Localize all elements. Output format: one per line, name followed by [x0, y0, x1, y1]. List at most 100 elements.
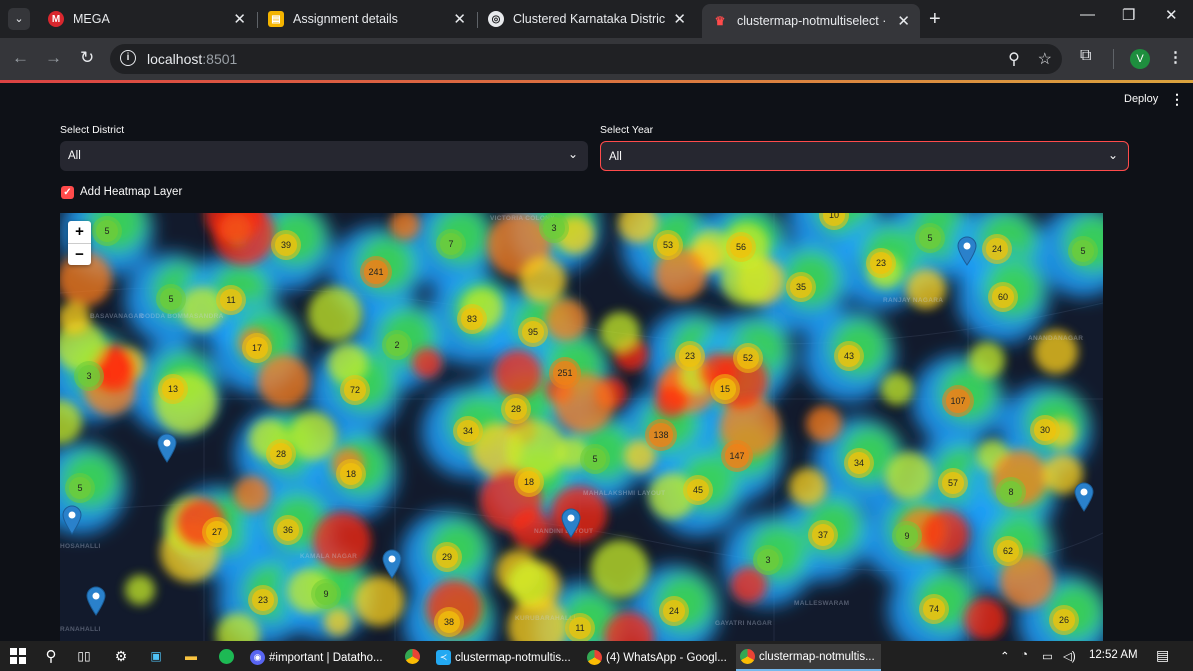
- minimize-icon[interactable]: —: [1080, 6, 1095, 23]
- map-marker-icon[interactable]: [957, 236, 977, 266]
- cluster-marker[interactable]: 5: [915, 223, 945, 253]
- profile-avatar[interactable]: V: [1130, 49, 1150, 69]
- cluster-marker[interactable]: 138: [645, 419, 677, 451]
- cluster-marker[interactable]: 56: [726, 232, 756, 262]
- map-marker-icon[interactable]: [1074, 482, 1094, 512]
- cluster-marker[interactable]: 3: [753, 545, 783, 575]
- cluster-marker[interactable]: 28: [266, 439, 296, 469]
- chrome-icon[interactable]: [403, 647, 421, 665]
- cluster-marker[interactable]: 11: [216, 285, 246, 315]
- cluster-marker[interactable]: 72: [340, 375, 370, 405]
- map-marker-icon[interactable]: [157, 433, 177, 463]
- cluster-marker[interactable]: 52: [733, 343, 763, 373]
- close-icon[interactable]: ✕: [453, 10, 466, 28]
- cluster-marker[interactable]: 27: [202, 517, 232, 547]
- tab-mega[interactable]: M MEGA ✕: [38, 4, 256, 34]
- cluster-marker[interactable]: 45: [683, 475, 713, 505]
- cluster-marker[interactable]: 37: [808, 520, 838, 550]
- cluster-marker[interactable]: 35: [786, 272, 816, 302]
- cluster-marker[interactable]: 34: [453, 416, 483, 446]
- cluster-marker[interactable]: 53: [653, 230, 683, 260]
- site-info-icon[interactable]: i: [120, 50, 136, 66]
- cluster-marker[interactable]: 5: [92, 216, 122, 246]
- cluster-marker[interactable]: 17: [242, 333, 272, 363]
- cluster-marker[interactable]: 13: [158, 374, 188, 404]
- new-tab-icon[interactable]: +: [929, 8, 941, 31]
- map-marker-icon[interactable]: [86, 586, 106, 616]
- map-marker-icon[interactable]: [62, 505, 82, 535]
- cluster-marker[interactable]: 74: [919, 594, 949, 624]
- taskbar-whatsapp-chrome[interactable]: (4) WhatsApp - Googl...: [587, 644, 727, 671]
- tray-chevron-up-icon[interactable]: ⌃: [1000, 649, 1010, 663]
- cluster-marker[interactable]: 60: [988, 282, 1018, 312]
- cluster-marker[interactable]: 83: [457, 304, 487, 334]
- deploy-button[interactable]: Deploy: [1124, 93, 1158, 105]
- cluster-marker[interactable]: 95: [518, 317, 548, 347]
- cluster-marker[interactable]: 23: [248, 585, 278, 615]
- settings-gear-icon[interactable]: ⚙: [112, 647, 130, 665]
- tab-search-chevron-icon[interactable]: ⌄: [8, 8, 30, 30]
- cluster-marker[interactable]: 29: [432, 542, 462, 572]
- cluster-marker[interactable]: 5: [156, 284, 186, 314]
- extensions-icon[interactable]: ⧉: [1080, 47, 1091, 65]
- heatmap-checkbox-label[interactable]: Add Heatmap Layer: [80, 186, 182, 198]
- tab-clustered-karnataka[interactable]: ◎ Clustered Karnataka District Ma ✕: [478, 4, 696, 34]
- cluster-marker[interactable]: 18: [514, 467, 544, 497]
- cluster-marker[interactable]: 34: [844, 448, 874, 478]
- map-marker-icon[interactable]: [561, 508, 581, 538]
- spotify-icon[interactable]: [217, 647, 235, 665]
- cluster-marker[interactable]: 23: [675, 341, 705, 371]
- restore-icon[interactable]: ❐: [1122, 6, 1135, 24]
- clock-time[interactable]: 12:52 AM: [1089, 649, 1138, 661]
- cluster-marker[interactable]: 24: [982, 234, 1012, 264]
- heatmap-checkbox[interactable]: ✓: [61, 186, 74, 199]
- window-close-icon[interactable]: ✕: [1165, 6, 1178, 24]
- main-menu-icon[interactable]: ⋮: [1170, 91, 1184, 108]
- close-icon[interactable]: ✕: [897, 12, 910, 30]
- reload-icon[interactable]: ↻: [80, 48, 94, 68]
- cluster-marker[interactable]: 241: [360, 256, 392, 288]
- cluster-marker[interactable]: 43: [834, 341, 864, 371]
- cluster-marker[interactable]: 107: [942, 385, 974, 417]
- cluster-marker[interactable]: 3: [539, 213, 569, 243]
- cluster-marker[interactable]: 2: [382, 330, 412, 360]
- windows-start-icon[interactable]: [9, 647, 27, 665]
- cluster-marker[interactable]: 62: [993, 536, 1023, 566]
- year-select[interactable]: All ⌄: [600, 141, 1129, 171]
- district-select[interactable]: All ⌄: [60, 141, 588, 171]
- cluster-marker[interactable]: 38: [434, 607, 464, 637]
- cluster-marker[interactable]: 9: [892, 521, 922, 551]
- notifications-icon[interactable]: ▤: [1156, 647, 1169, 664]
- bookmark-star-icon[interactable]: ☆: [1038, 51, 1052, 68]
- cluster-marker[interactable]: 39: [271, 230, 301, 260]
- cluster-marker[interactable]: 5: [580, 444, 610, 474]
- cluster-marker[interactable]: 24: [659, 596, 689, 626]
- cluster-marker[interactable]: 8: [996, 477, 1026, 507]
- back-icon[interactable]: ←: [12, 48, 29, 68]
- taskbar-vscode[interactable]: ≺ clustermap-notmultis...: [436, 644, 576, 671]
- cluster-marker[interactable]: 18: [336, 459, 366, 489]
- tab-assignment-details[interactable]: ▤ Assignment details ✕: [258, 4, 476, 34]
- taskbar-clustermap-chrome[interactable]: clustermap-notmultis...: [736, 644, 881, 671]
- cluster-marker[interactable]: 147: [721, 440, 753, 472]
- cluster-marker[interactable]: 26: [1049, 605, 1079, 635]
- cluster-heatmap[interactable]: VICTORIA COLONY RANJAY NAGARA ANANDANAGAR B…: [60, 213, 1103, 641]
- cluster-marker[interactable]: 251: [549, 357, 581, 389]
- map-marker-icon[interactable]: [382, 549, 402, 579]
- task-view-icon[interactable]: ▯▯: [75, 647, 93, 665]
- browser-menu-icon[interactable]: ⋮: [1168, 48, 1183, 66]
- tab-clustermap-active[interactable]: ♛ clustermap-notmultiselect · Stre ✕: [702, 4, 920, 38]
- cluster-marker[interactable]: 57: [938, 468, 968, 498]
- zoom-in-button[interactable]: +: [68, 221, 91, 243]
- zoom-out-button[interactable]: −: [68, 243, 91, 265]
- store-icon[interactable]: ▣: [147, 647, 165, 665]
- battery-icon[interactable]: ▭: [1042, 649, 1053, 663]
- address-bar[interactable]: i localhost:8501 ⚲ ☆: [110, 44, 1062, 74]
- zoom-icon[interactable]: ⚲: [1008, 51, 1020, 68]
- forward-icon[interactable]: →: [45, 48, 62, 68]
- cluster-marker[interactable]: 5: [65, 473, 95, 503]
- cluster-marker[interactable]: 5: [1068, 236, 1098, 266]
- cluster-marker[interactable]: 3: [74, 361, 104, 391]
- search-icon[interactable]: ⚲: [42, 647, 60, 665]
- file-explorer-icon[interactable]: ▬: [182, 647, 200, 665]
